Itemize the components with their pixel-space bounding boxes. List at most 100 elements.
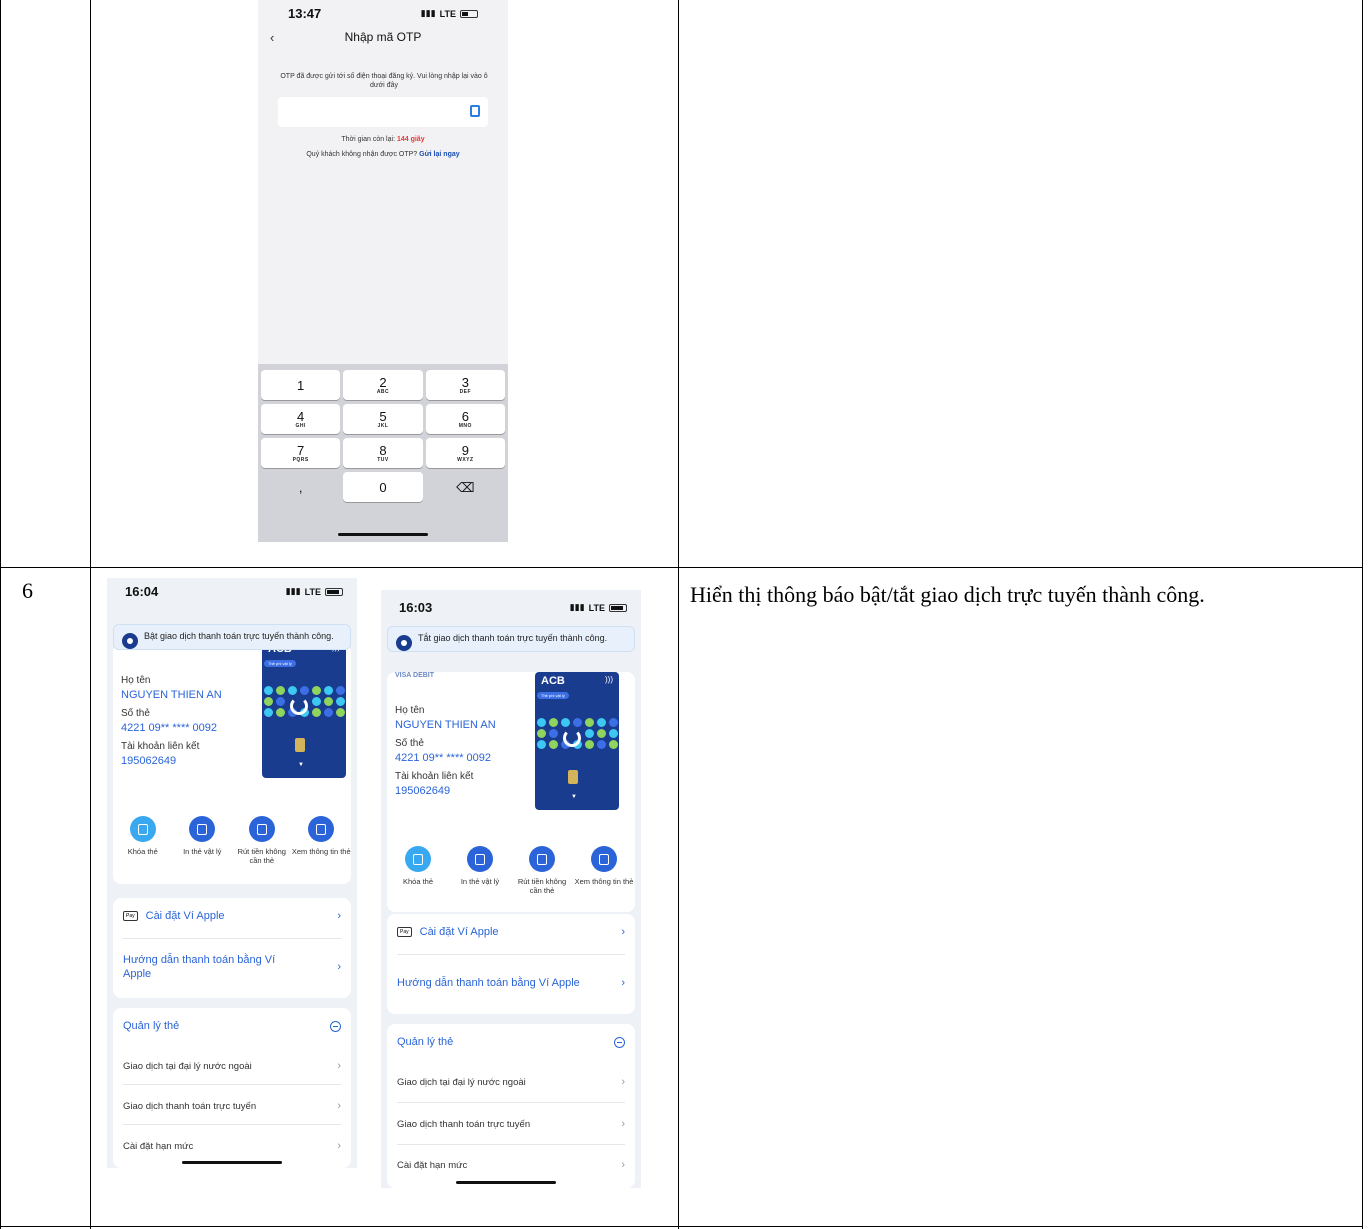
acb-card-image[interactable]: ACB ))) Thẻ phi vật lý ▼ (535, 672, 619, 810)
otp-screenshot: 13:47 ▮▮▮ LTE ‹ Nhập mã OTP OTP đã được … (258, 0, 508, 542)
signal-icon: ▮▮▮ (569, 602, 585, 612)
resend-text: Quý khách không nhận được OTP? Gửi lại n… (306, 151, 460, 158)
card-ring-icon (563, 729, 581, 747)
chevron-right-icon: › (621, 977, 625, 989)
signal-icon: ▮▮▮ (420, 8, 436, 18)
print-card-button[interactable]: In thẻ vật lý (450, 846, 510, 895)
network-type: LTE (304, 586, 321, 597)
contactless-icon: ))) (605, 675, 613, 684)
card-view-icon (308, 816, 335, 842)
key-9[interactable]: 9 WXYZ (425, 438, 505, 468)
card-number-label: Số thẻ (395, 738, 424, 749)
lock-card-button[interactable]: Khóa thẻ (388, 846, 448, 895)
name-label: Họ tên (121, 675, 151, 686)
apple-pay-setup-row[interactable]: Pay Cài đặt Ví Apple › (397, 926, 625, 938)
view-card-info-button[interactable]: Xem thông tin thẻ (574, 846, 634, 895)
key-3[interactable]: 3 DEF (425, 370, 505, 400)
status-bar: 16:03 ▮▮▮ LTE (381, 600, 641, 615)
table-border (678, 0, 679, 1229)
signal-icon: ▮▮▮ (285, 586, 301, 596)
key-4[interactable]: 4 GHI (261, 404, 341, 434)
apple-pay-guide-row[interactable]: Hướng dẫn thanh toán bằng Ví Apple › (123, 948, 341, 986)
home-indicator (338, 533, 428, 536)
chevron-down-icon[interactable]: ▼ (298, 762, 304, 768)
foreign-merchant-row[interactable]: Giao dịch tại đại lý nước ngoài › (123, 1060, 341, 1072)
numeric-keypad: 1 2 ABC 3 DEF 4 GHI 5 JKL 6 MNO 7 PQRS 8 TUV 9W… (258, 364, 508, 542)
card-management-panel: Quản lý thẻ Giao dịch tại đại lý nước ng… (113, 1008, 351, 1168)
card-ring-icon (290, 697, 308, 715)
chevron-right-icon: › (621, 926, 625, 938)
table-border (90, 0, 91, 1229)
foreign-merchant-row[interactable]: Giao dịch tại đại lý nước ngoài › (397, 1076, 625, 1088)
resend-link[interactable]: Gửi lại ngay (419, 151, 459, 158)
key-5[interactable]: 5 JKL (343, 404, 423, 434)
chevron-right-icon: › (337, 1140, 341, 1152)
acb-card-image[interactable]: ACB ))) Thẻ phi vật lý ▼ (262, 640, 346, 778)
home-indicator (182, 1161, 282, 1164)
otp-message: OTP đã được gửi tới số điện thoại đăng k… (280, 73, 488, 90)
print-card-button[interactable]: In thẻ vật lý (173, 816, 233, 865)
step-description: Hiển thị thông báo bật/tắt giao dịch trự… (690, 582, 1205, 607)
cardless-withdraw-button[interactable]: Rút tiền không cần thẻ (512, 846, 572, 895)
home-indicator (456, 1181, 556, 1184)
card-chip-icon (568, 770, 578, 784)
success-toast: Bật giao dịch thanh toán trực tuyến thàn… (113, 624, 351, 650)
apple-pay-panel: Pay Cài đặt Ví Apple › Hướng dẫn thanh toá… (113, 898, 351, 998)
timer-value: 144 giây (396, 136, 425, 143)
visa-debit-label: VISA DEBIT (395, 672, 435, 679)
apple-pay-icon: Pay (123, 911, 138, 922)
lock-card-button[interactable]: Khóa thẻ (113, 816, 173, 865)
apple-pay-guide-row[interactable]: Hướng dẫn thanh toán bằng Ví Apple › (397, 964, 625, 1002)
card-management-header[interactable]: Quản lý thẻ (397, 1036, 625, 1048)
status-bar: 13:47 ▮▮▮ LTE (258, 6, 508, 21)
success-toast: Tắt giao dịch thanh toán trực tuyến thàn… (387, 626, 635, 652)
collapse-icon[interactable] (330, 1020, 341, 1032)
key-7[interactable]: 7 PQRS (261, 438, 341, 468)
online-payment-row[interactable]: Giao dịch thanh toán trực tuyến › (123, 1100, 341, 1112)
battery-icon (609, 603, 627, 612)
limit-settings-row[interactable]: Cài đặt hạn mức › (397, 1159, 625, 1171)
account-value: 195062649 (395, 785, 451, 797)
status-time: 13:47 (288, 6, 322, 21)
chevron-right-icon: › (621, 1159, 625, 1171)
paste-icon[interactable] (470, 105, 480, 117)
view-card-info-button[interactable]: Xem thông tin thẻ (292, 816, 352, 865)
key-6[interactable]: 6 MNO (425, 404, 505, 434)
name-value: NGUYEN THIEN AN (121, 689, 222, 701)
card-number-value: 4221 09** **** 0092 (395, 752, 492, 764)
apple-pay-setup-row[interactable]: Pay Cài đặt Ví Apple › (123, 910, 341, 922)
chevron-down-icon[interactable]: ▼ (571, 794, 577, 800)
key-8[interactable]: 8 TUV (343, 438, 423, 468)
back-icon[interactable]: ‹ (270, 30, 274, 45)
key-0[interactable]: 0 (343, 472, 423, 502)
card-info-panel: VISA DEBIT Họ tên NGUYEN THIEN AN Số thẻ… (387, 672, 635, 912)
table-border (0, 0, 1, 1229)
virtual-card-pill: Thẻ phi vật lý (264, 660, 296, 667)
cardless-withdraw-button[interactable]: Rút tiền không cần thẻ (232, 816, 292, 865)
apple-pay-panel: Pay Cài đặt Ví Apple › Hướng dẫn thanh toá… (387, 914, 635, 1014)
account-value: 195062649 (121, 755, 177, 767)
collapse-icon[interactable] (614, 1036, 625, 1048)
acb-logo: ACB (541, 675, 565, 687)
backspace-icon[interactable]: ⌫ (426, 472, 505, 502)
key-2[interactable]: 2 ABC (343, 370, 423, 400)
page-title: Nhập mã OTP (344, 30, 422, 44)
key-1[interactable]: 1 (261, 370, 341, 400)
key-comma[interactable]: , (261, 472, 340, 502)
card-print-icon (189, 816, 216, 842)
online-payment-row[interactable]: Giao dịch thanh toán trực tuyến › (397, 1118, 625, 1130)
network-type: LTE (588, 602, 605, 613)
card-number-label: Số thẻ (121, 708, 150, 719)
otp-input[interactable] (278, 97, 488, 127)
chevron-right-icon: › (621, 1076, 625, 1088)
card-print-icon (467, 846, 493, 872)
table-border (0, 567, 1363, 568)
card-management-header[interactable]: Quản lý thẻ (123, 1020, 341, 1032)
lock-icon (129, 816, 156, 842)
info-icon (122, 633, 138, 649)
card-screenshot-enabled: 16:04 ▮▮▮ LTE VISA DEBIT Họ tên NGUYEN T… (107, 578, 357, 1168)
network-type: LTE (439, 8, 456, 19)
limit-settings-row[interactable]: Cài đặt hạn mức › (123, 1140, 341, 1152)
status-time: 16:04 (125, 584, 159, 599)
card-actions: Khóa thẻ In thẻ vật lý Rút tiền không cầ… (113, 816, 351, 865)
